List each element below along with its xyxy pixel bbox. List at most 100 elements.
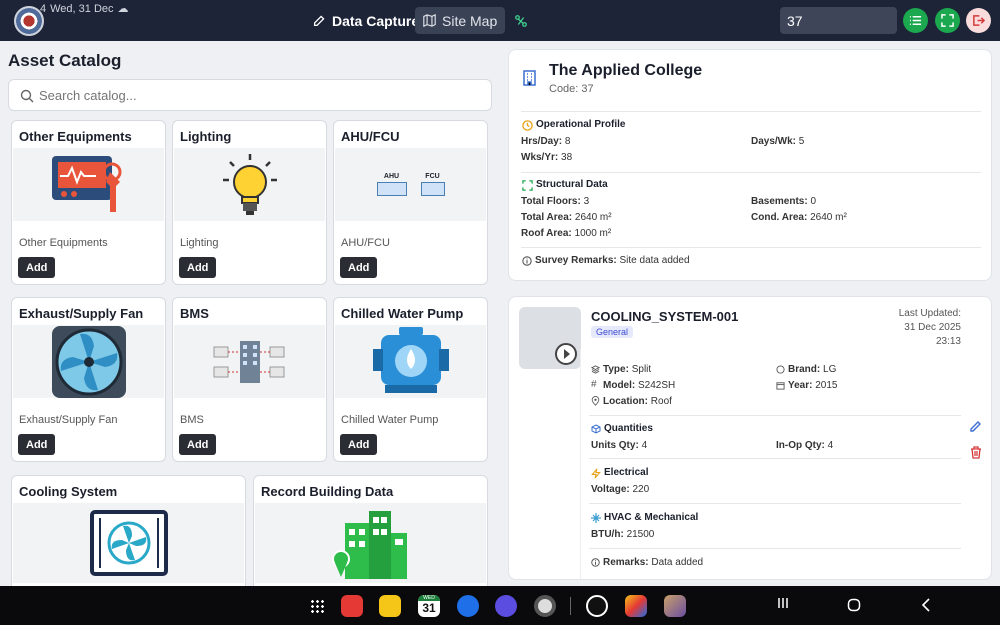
fullscreen-icon <box>941 14 954 27</box>
clock-icon <box>522 120 533 131</box>
catalog-card-cooling-system[interactable]: Cooling System <box>11 475 246 586</box>
notes-app-icon[interactable] <box>341 595 363 617</box>
logout-button[interactable] <box>966 8 991 33</box>
bms-image <box>174 325 325 398</box>
equipment-category-badge: General <box>591 326 634 338</box>
calendar-day: 31 <box>422 601 436 615</box>
fullscreen-button[interactable] <box>935 8 960 33</box>
catalog-card-chilled-water-pump[interactable]: Chilled Water Pump Chilled Water Pump Ad… <box>333 297 488 462</box>
map-icon <box>423 14 436 27</box>
brand-row: Brand: LG <box>788 364 837 375</box>
list-button[interactable] <box>903 8 928 33</box>
camera-app-icon[interactable] <box>534 595 556 617</box>
tab-site-map[interactable]: Site Map <box>415 7 506 34</box>
box-icon <box>591 424 601 434</box>
add-other-equipments-button[interactable]: Add <box>18 257 56 278</box>
lightning-icon <box>591 468 601 479</box>
fcu-image-label: FCU <box>425 173 440 180</box>
card-subtitle: BMS <box>180 414 204 426</box>
browser-app-icon[interactable] <box>495 595 517 617</box>
equipment-thumbnail[interactable] <box>519 307 581 369</box>
equipment-card: COOLING_SYSTEM-001 General Last Updated:… <box>508 296 992 580</box>
messages-app-icon[interactable] <box>457 595 479 617</box>
tab-data-capture[interactable]: Data Capture <box>305 7 427 34</box>
calendar-app-icon[interactable]: WED 31 <box>418 595 440 617</box>
equipment-details: Type: Split Brand: LG # Model: S242SH Ye… <box>580 349 961 579</box>
pencil-icon <box>970 421 981 432</box>
last-updated-date: 31 Dec 2025 <box>904 322 961 333</box>
hrs-day-row: Hrs/Day: 8 <box>521 136 571 147</box>
add-lighting-button[interactable]: Add <box>179 257 217 278</box>
add-bms-button[interactable]: Add <box>179 434 217 455</box>
quantities-title: Quantities <box>604 423 653 434</box>
hvac-title: HVAC & Mechanical <box>604 512 699 523</box>
layers-icon <box>591 365 600 374</box>
calendar-icon <box>776 382 785 390</box>
back-button[interactable] <box>919 598 933 617</box>
add-exhaust-fan-button[interactable]: Add <box>18 434 56 455</box>
catalog-card-record-building-data[interactable]: Record Building Data <box>253 475 488 586</box>
recent-apps-button[interactable] <box>776 596 790 615</box>
total-floors-row: Total Floors: 3 <box>521 196 590 207</box>
back-icon <box>921 598 930 612</box>
card-subtitle: Exhaust/Supply Fan <box>19 414 118 426</box>
edit-equipment-button[interactable] <box>969 419 985 435</box>
catalog-card-lighting[interactable]: Lighting Lighting Add <box>172 120 327 285</box>
hash-icon: # <box>591 379 597 390</box>
delete-equipment-button[interactable] <box>969 445 985 461</box>
site-code-input[interactable] <box>780 7 897 34</box>
card-subtitle: AHU/FCU <box>341 237 390 249</box>
search-input[interactable] <box>39 85 479 105</box>
location-pin-icon <box>591 396 600 406</box>
files-app-icon[interactable] <box>379 595 401 617</box>
operational-profile-title: Operational Profile <box>536 119 626 130</box>
add-ahu-fcu-button[interactable]: Add <box>340 257 378 278</box>
lighting-image <box>174 148 325 221</box>
card-title: Other Equipments <box>19 129 132 144</box>
search-icon <box>20 89 34 103</box>
catalog-search[interactable] <box>8 79 492 111</box>
chilled-water-pump-image <box>335 325 486 398</box>
home-button[interactable] <box>847 598 861 617</box>
cooling-system-image <box>13 503 244 583</box>
catalog-title: Asset Catalog <box>8 51 122 70</box>
site-code: Code: 37 <box>549 83 594 95</box>
asset-catalog-panel: Asset Catalog Other Equipments Other Equ… <box>0 41 500 586</box>
home-icon <box>847 598 861 612</box>
card-title: Lighting <box>180 129 232 144</box>
site-name: The Applied College <box>549 62 703 79</box>
wks-yr-row: Wks/Yr: 38 <box>521 152 573 163</box>
game-app-icon[interactable] <box>625 595 647 617</box>
card-title: Chilled Water Pump <box>341 306 464 321</box>
btu-row: BTU/h: 21500 <box>591 529 655 540</box>
remarks-row: Remarks: Data added <box>603 557 704 568</box>
last-updated-time: 23:13 <box>935 336 961 347</box>
equipment-id: COOLING_SYSTEM-001 <box>591 309 739 324</box>
catalog-card-exhaust-fan[interactable]: Exhaust/Supply Fan Exhaust/Supply Fan Ad… <box>11 297 166 462</box>
cloud-icon: ☁ <box>117 3 129 15</box>
chatgpt-app-icon[interactable] <box>586 595 608 617</box>
brand-icon <box>776 365 785 374</box>
trash-icon <box>971 446 981 459</box>
days-wk-row: Days/Wk: 5 <box>751 136 805 147</box>
voltage-row: Voltage: 220 <box>591 484 650 495</box>
card-title: Record Building Data <box>261 484 394 499</box>
card-title: BMS <box>180 306 209 321</box>
network-button[interactable] <box>506 7 536 34</box>
network-icon <box>515 14 527 27</box>
tab-site-map-label: Site Map <box>442 12 498 29</box>
structure-icon <box>522 180 533 191</box>
catalog-card-bms[interactable]: BMS BMS Add <box>172 297 327 462</box>
site-info-card: The Applied College Code: 37 Operational… <box>508 49 992 281</box>
catalog-card-other-equipments[interactable]: Other Equipments Other Equipments Add <box>11 120 166 285</box>
structural-data-title: Structural Data <box>536 179 608 190</box>
inop-qty-row: In-Op Qty: 4 <box>776 440 834 451</box>
gallery-app-icon[interactable] <box>664 595 686 617</box>
card-subtitle: Lighting <box>180 237 219 249</box>
apps-grid-icon[interactable] <box>310 599 324 613</box>
units-qty-row: Units Qty: 4 <box>591 440 648 451</box>
survey-remarks-row: Survey Remarks: Site data added <box>535 255 690 266</box>
add-chilled-water-pump-button[interactable]: Add <box>340 434 378 455</box>
location-row: Location: Roof <box>603 396 672 407</box>
catalog-card-ahu-fcu[interactable]: AHU/FCU AHU FCU AHU/FCU Add <box>333 120 488 285</box>
